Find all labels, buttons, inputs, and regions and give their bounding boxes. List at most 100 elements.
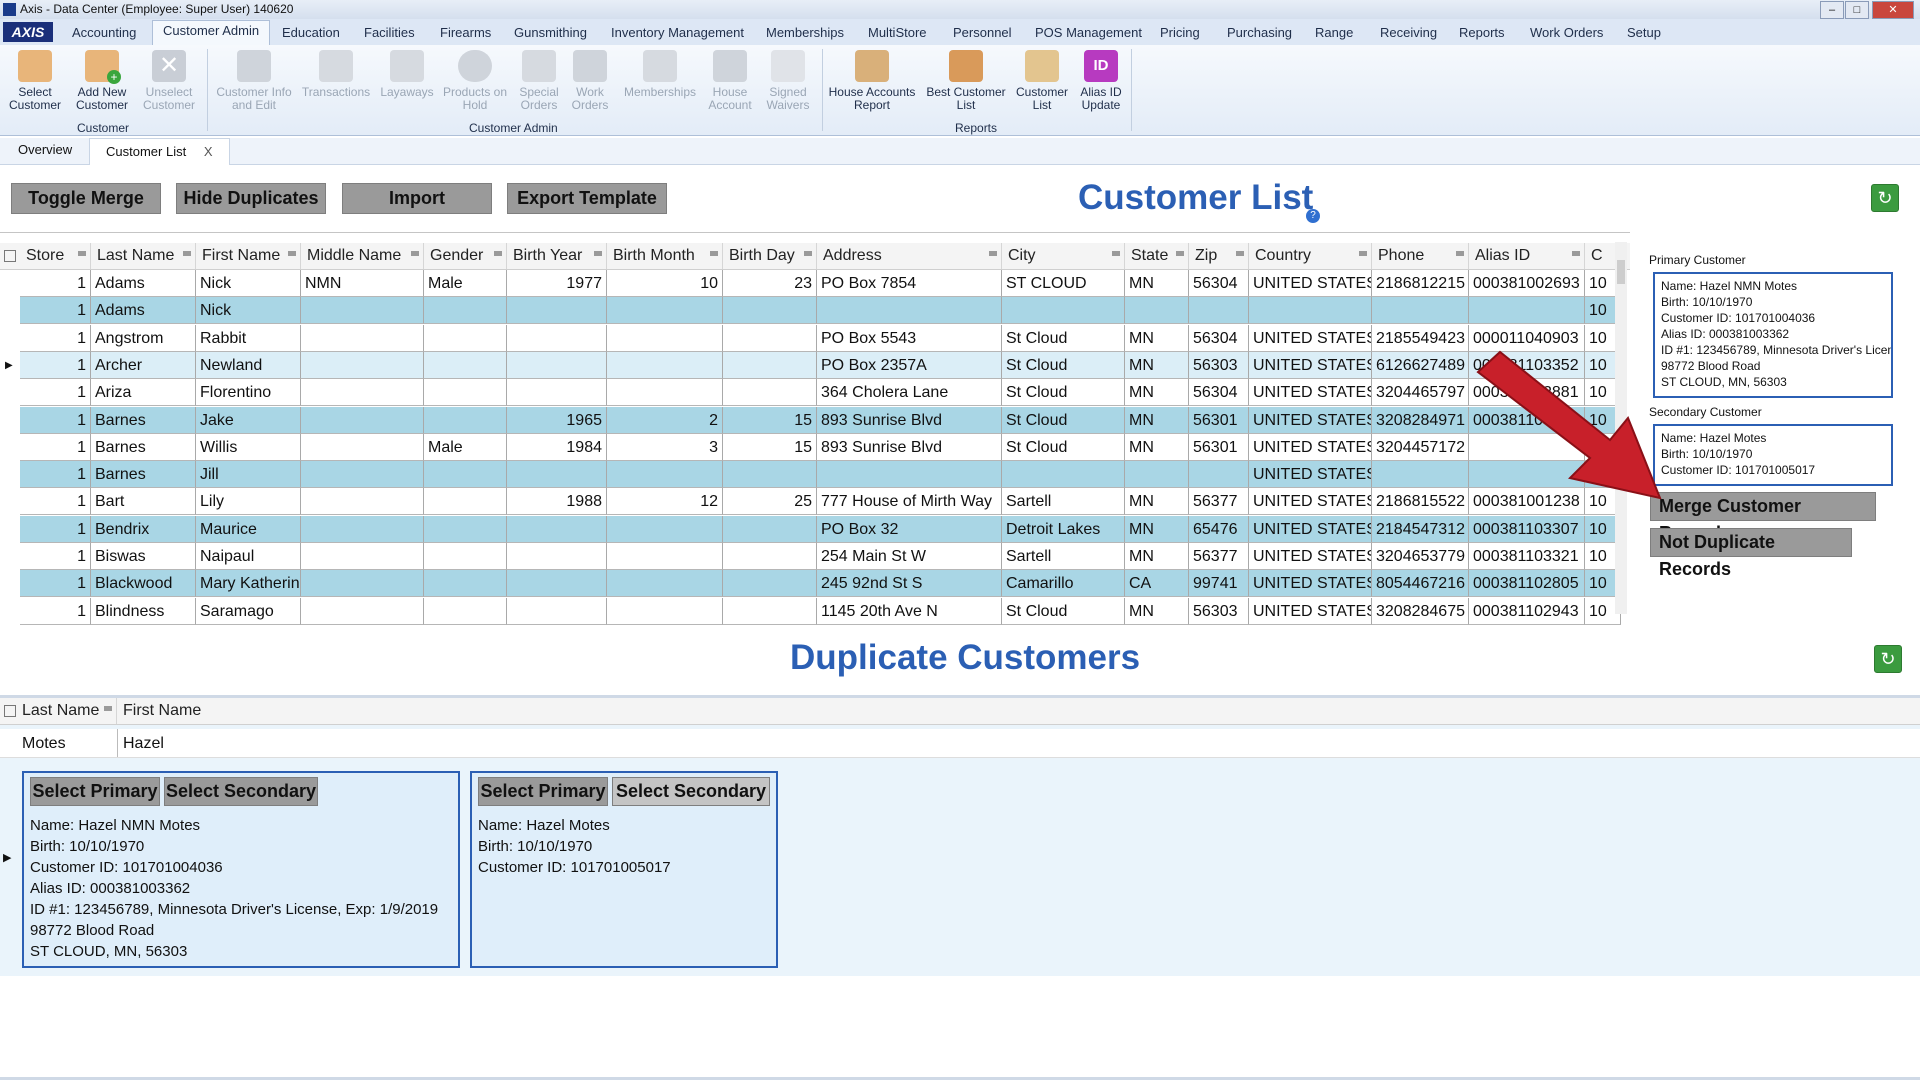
- cell-gender[interactable]: [424, 461, 507, 489]
- cell-phone[interactable]: [1372, 461, 1469, 489]
- dup-col-first-name[interactable]: First Name: [117, 698, 1907, 724]
- cell-birth-year[interactable]: 1984: [507, 433, 607, 461]
- select-primary-button[interactable]: Select Primary: [478, 777, 608, 806]
- table-row[interactable]: 1 Angstrom Rabbit PO Box 5543 St Cloud MN 5630…: [0, 324, 1621, 352]
- cell-birth-day[interactable]: 15: [723, 433, 817, 461]
- table-row[interactable]: 1 Adams Nick NMN Male 1977 10 23 PO Box 7854 ST C…: [0, 270, 1621, 297]
- cell-state[interactable]: CA: [1125, 570, 1189, 598]
- cell-zip[interactable]: [1189, 297, 1249, 325]
- cell-middle-name[interactable]: [301, 461, 424, 489]
- cell-address[interactable]: PO Box 2357A: [817, 351, 1002, 379]
- filter-icon[interactable]: [1456, 251, 1464, 260]
- cell-last-name[interactable]: Blindness: [91, 597, 196, 625]
- column-header-first-name[interactable]: First Name: [196, 243, 301, 269]
- cell-last-name[interactable]: Ariza: [91, 379, 196, 407]
- cell-city[interactable]: [1002, 297, 1125, 325]
- cell-middle-name[interactable]: [301, 379, 424, 407]
- cell-middle-name[interactable]: [301, 351, 424, 379]
- work-orders-button[interactable]: Work Orders: [568, 50, 612, 112]
- cell-first-name[interactable]: Nick: [196, 297, 301, 325]
- cell-zip[interactable]: 99741: [1189, 570, 1249, 598]
- cell-country[interactable]: UNITED STATES: [1249, 543, 1372, 570]
- select-secondary-button[interactable]: Select Secondary: [612, 777, 770, 806]
- filter-icon[interactable]: [1572, 251, 1580, 260]
- select-secondary-button[interactable]: Select Secondary: [164, 777, 318, 806]
- cell-birth-day[interactable]: [723, 543, 817, 570]
- cell-address[interactable]: PO Box 7854: [817, 270, 1002, 297]
- cell-store[interactable]: 1: [20, 379, 91, 407]
- menu-personnel[interactable]: Personnel: [953, 25, 1012, 40]
- row-indicator[interactable]: [0, 379, 20, 406]
- row-indicator[interactable]: [0, 434, 20, 461]
- cell-gender[interactable]: [424, 351, 507, 379]
- hide-duplicates-button[interactable]: Hide Duplicates: [176, 183, 326, 214]
- cell-alias-id[interactable]: [1469, 297, 1585, 325]
- cell-store[interactable]: 1: [20, 406, 91, 434]
- cell-phone[interactable]: 3204653779: [1372, 543, 1469, 570]
- cell-birth-day[interactable]: 23: [723, 270, 817, 297]
- menu-firearms[interactable]: Firearms: [440, 25, 491, 40]
- row-indicator[interactable]: [0, 270, 20, 297]
- cell-store[interactable]: 1: [20, 543, 91, 570]
- menu-range[interactable]: Range: [1315, 25, 1353, 40]
- cell-first-name[interactable]: Lily: [196, 488, 301, 516]
- column-header-birth-month[interactable]: Birth Month: [607, 243, 723, 269]
- filter-icon[interactable]: [1359, 251, 1367, 260]
- cell-birth-day[interactable]: [723, 324, 817, 352]
- cell-phone[interactable]: 3204457172: [1372, 433, 1469, 461]
- cell-zip[interactable]: [1189, 461, 1249, 489]
- cell-first-name[interactable]: Willis: [196, 433, 301, 461]
- cell-address[interactable]: 893 Sunrise Blvd: [817, 433, 1002, 461]
- cell-store[interactable]: 1: [20, 570, 91, 598]
- maximize-button[interactable]: □: [1845, 1, 1869, 19]
- products-on-hold-button[interactable]: Products on Hold: [441, 50, 509, 112]
- cell-zip[interactable]: 56304: [1189, 379, 1249, 407]
- cell-first-name[interactable]: Newland: [196, 351, 301, 379]
- filter-icon[interactable]: [804, 251, 812, 260]
- cell-gender[interactable]: [424, 379, 507, 407]
- cell-first-name[interactable]: Rabbit: [196, 324, 301, 352]
- cell-zip[interactable]: 56303: [1189, 597, 1249, 625]
- column-header-store[interactable]: Store: [20, 243, 91, 269]
- cell-state[interactable]: MN: [1125, 406, 1189, 434]
- cell-birth-day[interactable]: [723, 379, 817, 407]
- column-header-last-name[interactable]: Last Name: [91, 243, 196, 269]
- cell-first-name[interactable]: Nick: [196, 270, 301, 297]
- help-icon[interactable]: ?: [1306, 209, 1320, 223]
- cell-gender[interactable]: [424, 597, 507, 625]
- cell-middle-name[interactable]: [301, 488, 424, 516]
- cell-first-name[interactable]: Mary Katherine: [196, 570, 301, 598]
- table-row[interactable]: 1 Barnes Jake 1965 2 15 893 Sunrise Blvd St Clo…: [0, 406, 1621, 434]
- import-button[interactable]: Import: [342, 183, 492, 214]
- cell-alias-id[interactable]: 000381102943: [1469, 597, 1585, 625]
- table-row[interactable]: 1 Adams Nick 10: [0, 297, 1621, 325]
- cell-alias-id[interactable]: 000381103307: [1469, 515, 1585, 543]
- cell-state[interactable]: [1125, 297, 1189, 325]
- cell-birth-day[interactable]: [723, 597, 817, 625]
- column-chooser-icon[interactable]: [4, 705, 16, 717]
- menu-gunsmithing[interactable]: Gunsmithing: [514, 25, 587, 40]
- cell-address[interactable]: 1145 20th Ave N: [817, 597, 1002, 625]
- house-accounts-report-button[interactable]: House Accounts Report: [828, 50, 916, 112]
- cell-city[interactable]: St Cloud: [1002, 597, 1125, 625]
- cell-address[interactable]: PO Box 32: [817, 515, 1002, 543]
- table-row[interactable]: ▶ 1 Archer Newland PO Box 2357A St Cloud MN 563…: [0, 351, 1621, 379]
- transactions-button[interactable]: Transactions: [300, 50, 372, 99]
- special-orders-button[interactable]: Special Orders: [514, 50, 564, 112]
- cell-country[interactable]: UNITED STATES: [1249, 406, 1372, 434]
- customer-info-edit-button[interactable]: Customer Info and Edit: [214, 50, 294, 112]
- column-header-country[interactable]: Country: [1249, 243, 1372, 269]
- menu-pricing[interactable]: Pricing: [1160, 25, 1200, 40]
- cell-country[interactable]: UNITED STATES: [1249, 351, 1372, 379]
- menu-pos-management[interactable]: POS Management: [1035, 25, 1142, 40]
- cell-zip[interactable]: 56304: [1189, 270, 1249, 297]
- menu-memberships[interactable]: Memberships: [766, 25, 844, 40]
- cell-phone[interactable]: 8054467216: [1372, 570, 1469, 598]
- cell-birth-month[interactable]: [607, 324, 723, 352]
- cell-zip[interactable]: 56304: [1189, 324, 1249, 352]
- cell-last-name[interactable]: Adams: [91, 297, 196, 325]
- cell-birth-year[interactable]: [507, 570, 607, 598]
- menu-accounting[interactable]: Accounting: [72, 25, 136, 40]
- cell-store[interactable]: 1: [20, 597, 91, 625]
- cell-address[interactable]: 777 House of Mirth Way: [817, 488, 1002, 516]
